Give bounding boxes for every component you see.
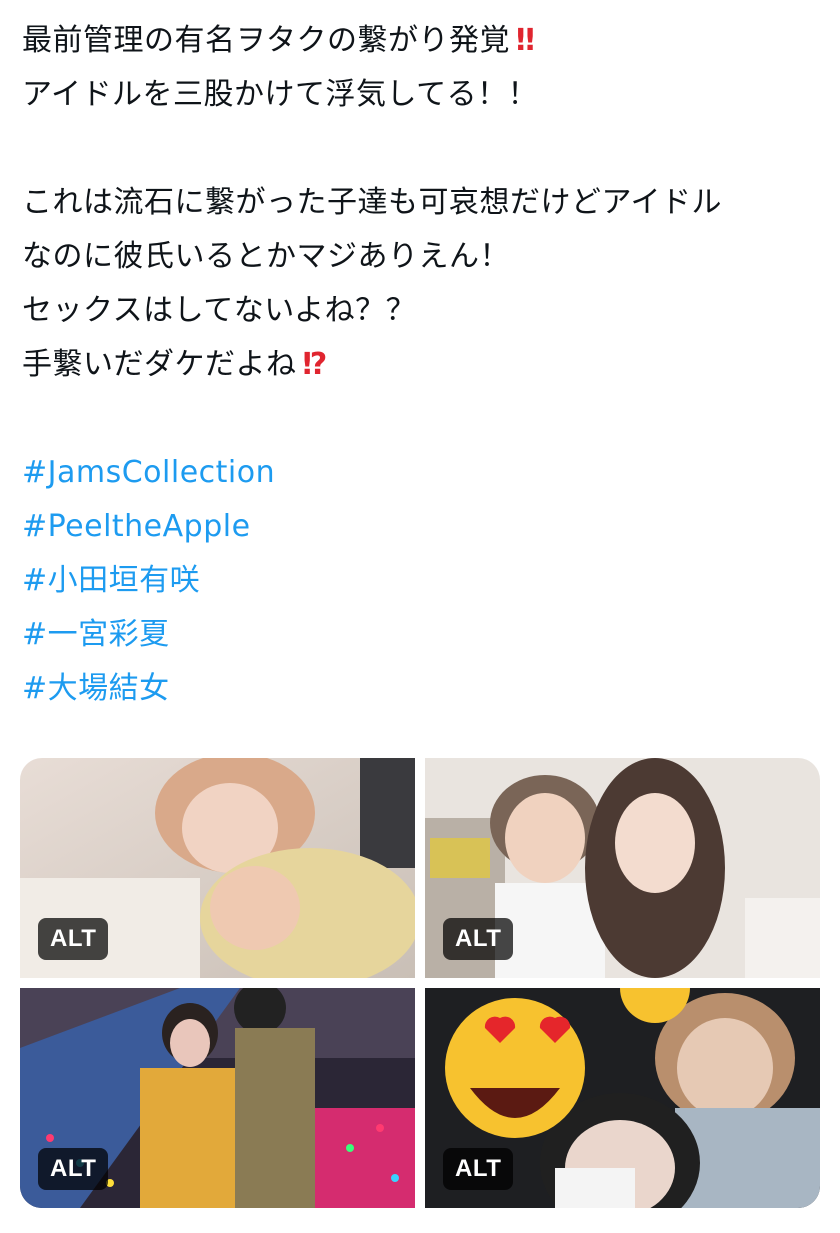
- alt-badge[interactable]: ALT: [38, 1148, 109, 1190]
- hashtag-link[interactable]: #大場結女: [22, 662, 822, 716]
- tweet-line: 手繋いだダケだよね ⁉: [22, 347, 328, 382]
- tweet-line: なのに彼氏いるとかマジありえん！: [22, 239, 510, 274]
- tweet-line: 最前管理の有名ヲタクの繋がり発覚 ‼: [22, 23, 536, 58]
- exclamation-question-emoji: ⁉: [302, 347, 328, 382]
- hashtag-link[interactable]: #PeeltheApple: [22, 500, 822, 554]
- tweet-line: これは流石に繋がった子達も可哀想だけどアイドル: [22, 185, 722, 220]
- double-exclamation-emoji: ‼: [516, 23, 536, 58]
- media-photo-3[interactable]: ALT: [20, 988, 415, 1208]
- alt-badge[interactable]: ALT: [38, 918, 109, 960]
- media-photo-2[interactable]: ALT: [425, 758, 820, 978]
- media-photo-4[interactable]: ALT: [425, 988, 820, 1208]
- media-grid: ALT ALT ALT ALT: [20, 758, 820, 1208]
- alt-badge[interactable]: ALT: [443, 1148, 514, 1190]
- hashtag-link[interactable]: #一宮彩夏: [22, 608, 822, 662]
- hashtag-link[interactable]: #小田垣有咲: [22, 554, 822, 608]
- tweet-line: セックスはしてないよね？？: [22, 293, 417, 328]
- hashtag-link[interactable]: #JamsCollection: [22, 446, 822, 500]
- media-photo-1[interactable]: ALT: [20, 758, 415, 978]
- tweet-text: 最前管理の有名ヲタクの繋がり発覚 ‼ アイドルを三股かけて浮気してる！！ これは流…: [22, 14, 822, 716]
- alt-badge[interactable]: ALT: [443, 918, 514, 960]
- tweet-line: アイドルを三股かけて浮気してる！！: [22, 77, 539, 112]
